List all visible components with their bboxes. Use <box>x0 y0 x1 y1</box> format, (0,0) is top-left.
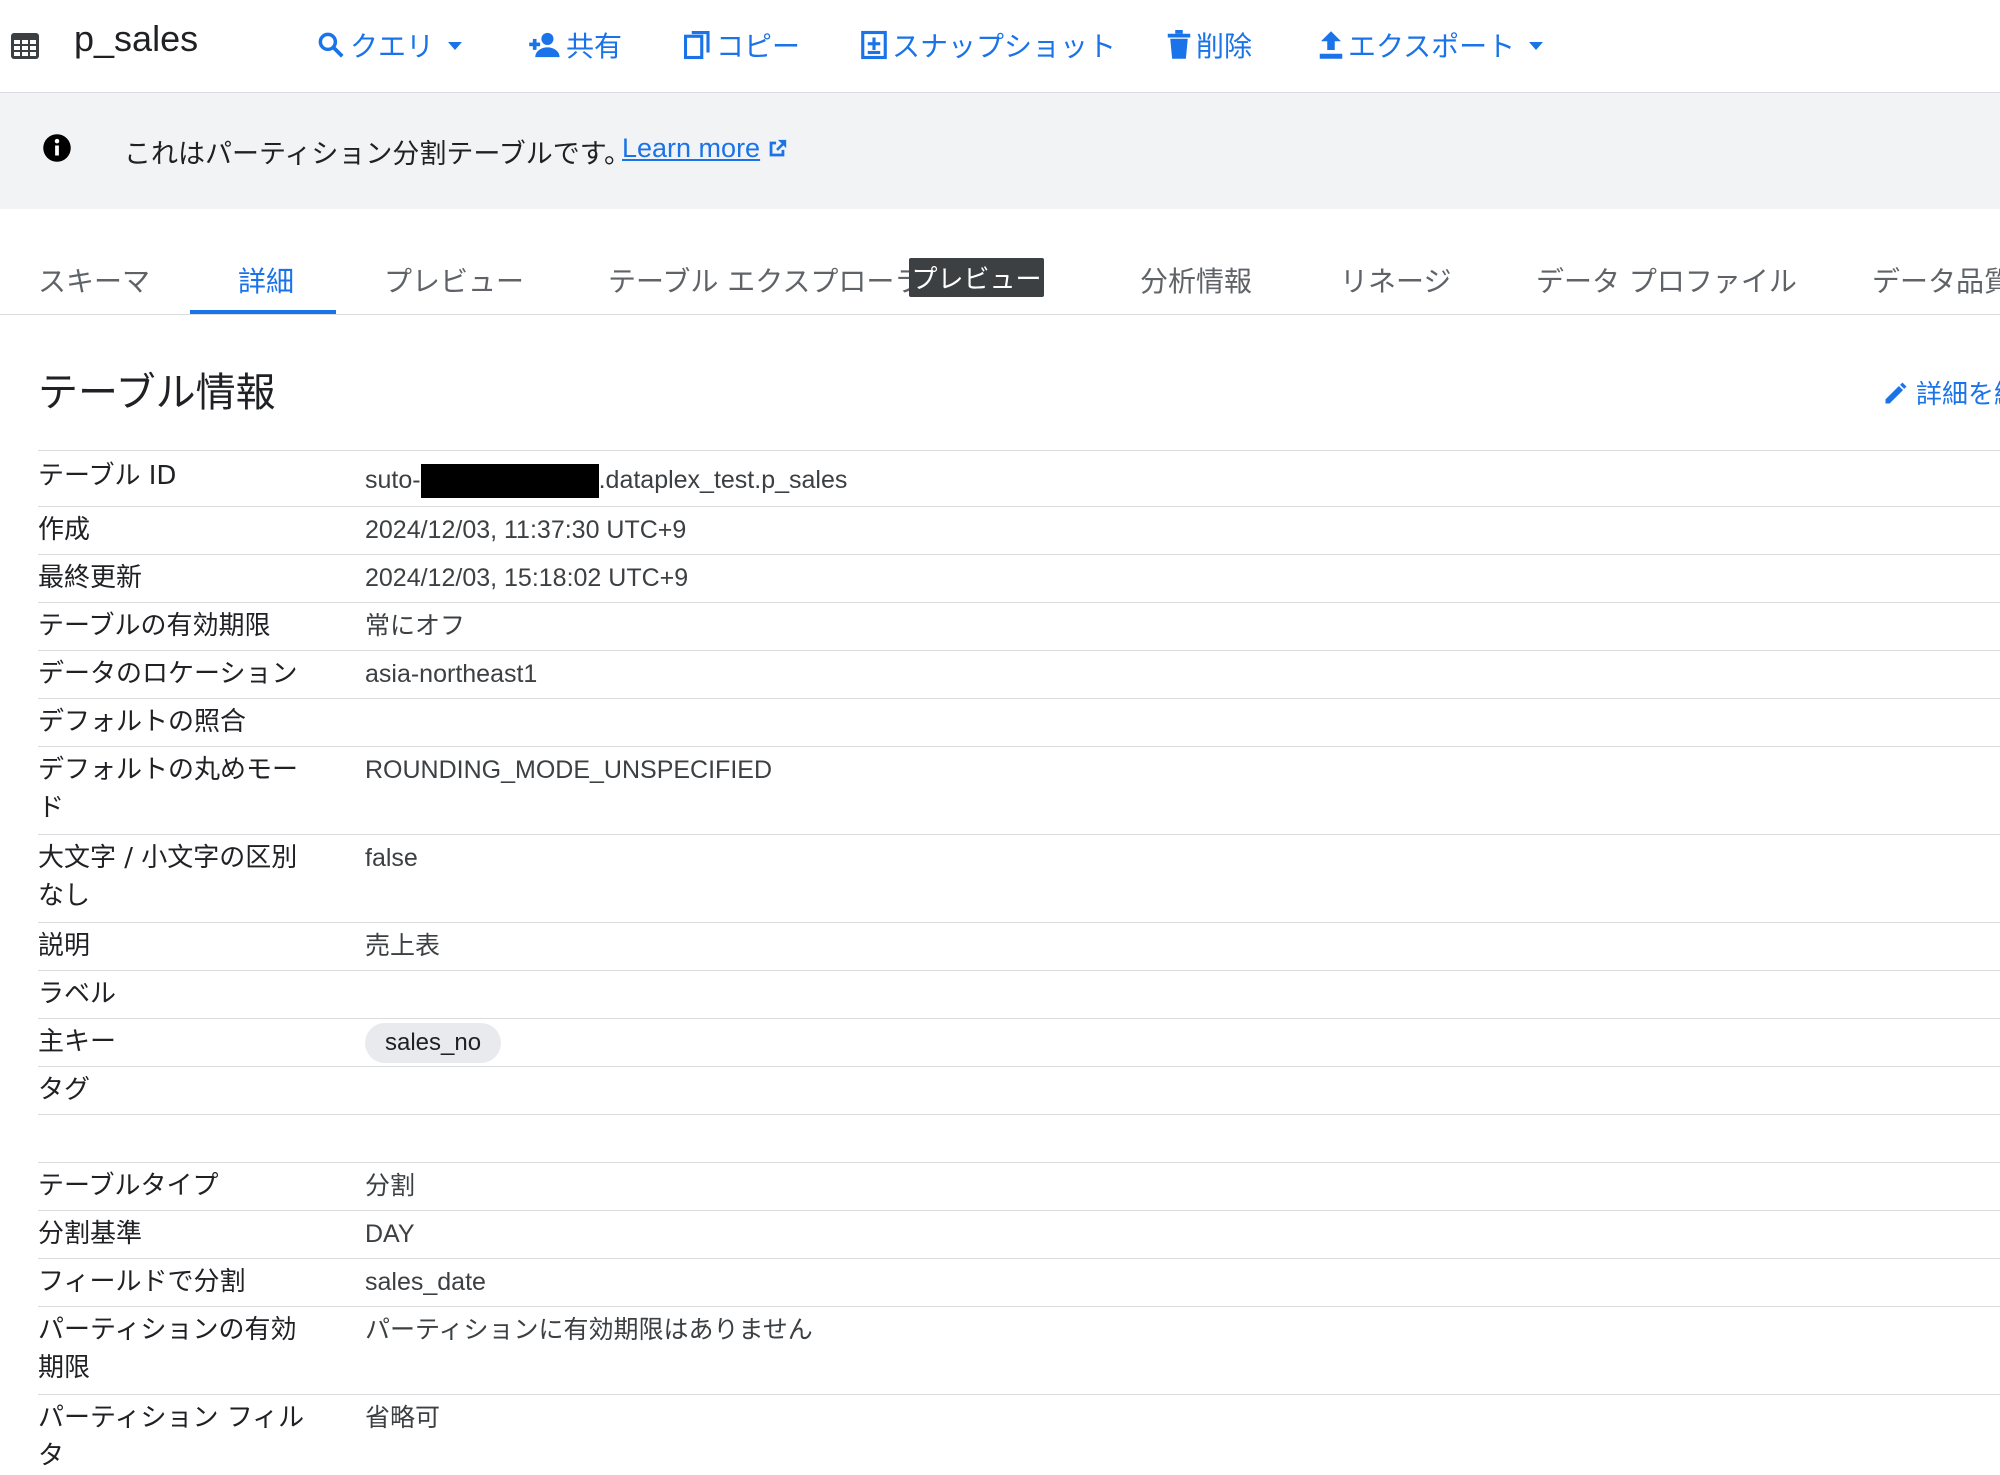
row-data-location: データのロケーション asia-northeast1 <box>38 650 2000 699</box>
expiration-value: 常にオフ <box>365 611 466 640</box>
tab-lineage[interactable]: リネージ <box>1340 260 1451 300</box>
row-table-id: テーブル ID suto- .dataplex_test.p_sales <box>38 450 2000 507</box>
table-icon <box>11 33 39 59</box>
preview-badge: プレビュー <box>909 258 1044 297</box>
table-id-suffix: .dataplex_test.p_sales <box>598 466 848 494</box>
partition-basis-value: DAY <box>365 1220 415 1248</box>
export-button[interactable]: エクスポート <box>1318 22 1544 68</box>
location-label: データのロケーション <box>38 659 298 689</box>
location-value: asia-northeast1 <box>365 660 538 688</box>
edit-details-button[interactable]: 詳細を編 <box>1882 374 2000 411</box>
partition-field-label: フィールドで分割 <box>38 1267 246 1297</box>
spacer-row <box>38 1114 2000 1163</box>
table-id-value: suto- .dataplex_test.p_sales <box>365 461 847 499</box>
primary-key-label: 主キー <box>38 1027 117 1057</box>
row-tags: タグ <box>38 1066 2000 1115</box>
trash-icon <box>1167 30 1191 59</box>
collation-label: デフォルトの照合 <box>38 707 247 737</box>
row-partition-expiration: パーティションの有効期限 パーティションに有効期限はありません <box>38 1306 2000 1395</box>
row-primary-key: 主キー sales_no <box>38 1018 2000 1067</box>
tab-data-quality[interactable]: データ品質 <box>1872 260 2000 300</box>
external-link-icon <box>769 139 787 156</box>
table-id-label: テーブル ID <box>38 461 177 491</box>
share-button[interactable]: 共有 <box>528 22 622 68</box>
row-description: 説明 売上表 <box>38 922 2000 971</box>
share-label: 共有 <box>566 30 623 63</box>
table-title: p_sales <box>74 18 199 59</box>
delete-button[interactable]: 削除 <box>1166 22 1252 68</box>
redaction-block <box>420 464 599 499</box>
copy-icon <box>684 30 710 60</box>
table-type-value: 分割 <box>365 1171 416 1200</box>
rounding-value: ROUNDING_MODE_UNSPECIFIED <box>365 756 772 784</box>
banner-text: これはパーティション分割テーブルです。 <box>124 139 632 170</box>
learn-more-label: Learn more <box>622 133 761 163</box>
description-value: 売上表 <box>365 931 441 960</box>
row-partition-field: フィールドで分割 sales_date <box>38 1258 2000 1307</box>
created-label: 作成 <box>38 515 91 545</box>
modified-label: 最終更新 <box>38 563 143 593</box>
tab-table-explorer[interactable]: テーブル エクスプローラ <box>608 260 922 300</box>
partition-filter-label: パーティション フィルタ <box>38 1403 305 1471</box>
person-add-icon <box>529 32 560 58</box>
partition-field-value: sales_date <box>365 1268 486 1296</box>
modified-value: 2024/12/03, 15:18:02 UTC+9 <box>365 564 689 592</box>
edit-details-label: 詳細を編 <box>1916 380 2000 410</box>
export-label: エクスポート <box>1348 30 1516 63</box>
primary-key-value: sales_no <box>365 1023 502 1063</box>
case-label: 大文字 / 小文字の区別なし <box>38 843 298 911</box>
snapshot-label: スナップショット <box>892 30 1117 63</box>
row-partition-basis: 分割基準 DAY <box>38 1210 2000 1259</box>
table-type-label: テーブルタイプ <box>38 1171 219 1201</box>
partition-expiration-label: パーティションの有効期限 <box>38 1315 297 1383</box>
tab-data-profile[interactable]: データ プロファイル <box>1536 260 1797 300</box>
row-case-insensitive: 大文字 / 小文字の区別なし false <box>38 834 2000 923</box>
section-title: テーブル情報 <box>38 370 276 416</box>
snapshot-button[interactable]: スナップショット <box>860 22 1116 68</box>
table-id-prefix: suto- <box>365 466 421 494</box>
learn-more-link[interactable]: Learn more <box>622 133 788 164</box>
partition-basis-label: 分割基準 <box>38 1219 143 1249</box>
row-table-expiration: テーブルの有効期限 常にオフ <box>38 602 2000 651</box>
chevron-down-icon <box>448 42 463 50</box>
row-labels: ラベル <box>38 970 2000 1019</box>
copy-label: コピー <box>716 30 801 63</box>
tab-details[interactable]: 詳細 <box>238 260 294 300</box>
row-created: 作成 2024/12/03, 11:37:30 UTC+9 <box>38 506 2000 555</box>
pencil-icon <box>1885 382 1907 403</box>
row-rounding-mode: デフォルトの丸めモード ROUNDING_MODE_UNSPECIFIED <box>38 746 2000 835</box>
partition-filter-value: 省略可 <box>365 1403 441 1432</box>
created-value: 2024/12/03, 11:37:30 UTC+9 <box>365 516 687 544</box>
query-button[interactable]: クエリ <box>316 22 463 68</box>
row-partition-filter: パーティション フィルタ 省略可 <box>38 1394 2000 1474</box>
upload-icon <box>1319 31 1343 59</box>
labels-label: ラベル <box>38 979 117 1009</box>
partition-expiration-value: パーティションに有効期限はありません <box>365 1315 813 1344</box>
tab-insights[interactable]: 分析情報 <box>1140 260 1252 300</box>
active-tab-indicator <box>190 310 336 314</box>
toolbar: p_sales クエリ 共有 コピー スナップショット 削除 エクスポート <box>0 0 2000 93</box>
info-icon <box>43 134 71 162</box>
row-table-type: テーブルタイプ 分割 <box>38 1162 2000 1211</box>
expiration-label: テーブルの有効期限 <box>38 611 271 641</box>
row-default-collation: デフォルトの照合 <box>38 698 2000 747</box>
tab-preview[interactable]: プレビュー <box>384 260 524 300</box>
rounding-label: デフォルトの丸めモード <box>38 755 299 823</box>
primary-key-chip[interactable]: sales_no <box>365 1023 502 1063</box>
delete-label: 削除 <box>1196 30 1253 63</box>
chevron-down-icon <box>1529 42 1544 50</box>
search-icon <box>318 32 344 58</box>
snapshot-icon <box>861 30 887 60</box>
tags-label: タグ <box>38 1075 91 1105</box>
description-label: 説明 <box>38 931 91 961</box>
query-label: クエリ <box>350 30 435 63</box>
row-last-modified: 最終更新 2024/12/03, 15:18:02 UTC+9 <box>38 554 2000 603</box>
copy-button[interactable]: コピー <box>684 22 800 68</box>
case-value: false <box>365 844 418 872</box>
tab-schema[interactable]: スキーマ <box>38 260 150 300</box>
